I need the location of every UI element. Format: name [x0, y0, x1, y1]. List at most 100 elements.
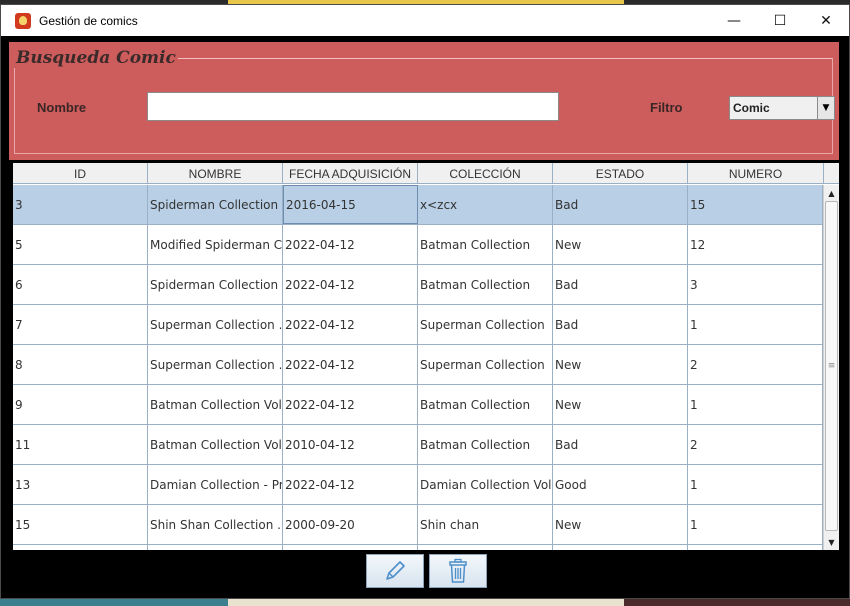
cell-estado[interactable]: Bad — [553, 425, 688, 464]
cell-id[interactable]: 9 — [13, 385, 148, 424]
cell-nombre[interactable]: Spiderman Collection ... — [148, 185, 283, 224]
scrollbar-thumb[interactable]: ≡ — [825, 201, 838, 531]
window-title: Gestión de comics — [39, 13, 138, 28]
cell-fecha[interactable]: 2022-04-12 — [283, 385, 418, 424]
cell-coleccion[interactable]: x<zcx — [418, 185, 553, 224]
comics-table: ID NOMBRE FECHA ADQUISICIÓN COLECCIÓN ES… — [13, 163, 839, 550]
filtro-select[interactable]: Comic ▼ — [729, 96, 835, 120]
cell-fecha[interactable]: 2022-04-12 — [283, 465, 418, 504]
cell-fecha[interactable]: 2000-09-20 — [283, 505, 418, 544]
table-row[interactable]: 7 Superman Collection ... 2022-04-12 Sup… — [13, 305, 823, 345]
table-row[interactable]: 8 Superman Collection ... 2022-04-12 Sup… — [13, 345, 823, 385]
background-comic-bottom — [228, 599, 624, 606]
scroll-up-arrow-icon[interactable]: ▲ — [824, 185, 839, 201]
cell-id[interactable]: 7 — [13, 305, 148, 344]
cell-id[interactable]: 6 — [13, 265, 148, 304]
comics-window: Gestión de comics — ☐ ✕ Busqueda Comic N… — [0, 4, 850, 599]
table-row[interactable]: 11 Batman Collection Vol2 2010-04-12 Bat… — [13, 425, 823, 465]
cell-estado[interactable] — [553, 545, 688, 550]
column-header-numero[interactable]: NUMERO — [688, 163, 824, 184]
cell-numero[interactable]: 1 — [688, 385, 823, 424]
column-header-fecha[interactable]: FECHA ADQUISICIÓN — [283, 163, 418, 184]
cell-id[interactable] — [13, 545, 148, 550]
cell-nombre[interactable] — [148, 545, 283, 550]
cell-estado[interactable]: Bad — [553, 185, 688, 224]
table-row[interactable]: 3 Spiderman Collection ... 2016-04-15 x<… — [13, 185, 823, 225]
cell-id[interactable]: 8 — [13, 345, 148, 384]
chevron-down-icon[interactable]: ▼ — [817, 97, 834, 119]
cell-coleccion[interactable]: Batman Collection — [418, 265, 553, 304]
cell-nombre[interactable]: Modified Spiderman C... — [148, 225, 283, 264]
app-icon — [15, 12, 31, 29]
cell-coleccion[interactable]: Superman Collection — [418, 345, 553, 384]
scroll-down-arrow-icon[interactable]: ▼ — [824, 534, 839, 550]
cell-fecha[interactable]: 2010-04-12 — [283, 425, 418, 464]
cell-nombre[interactable]: Superman Collection ... — [148, 345, 283, 384]
cell-numero[interactable]: 2 — [688, 345, 823, 384]
cell-fecha[interactable]: 2016-04-15 — [283, 185, 418, 224]
table-row[interactable]: 13 Damian Collection - Pr... 2022-04-12 … — [13, 465, 823, 505]
table-scrollbar[interactable]: ▲ ≡ ▼ — [823, 185, 839, 550]
cell-estado[interactable]: Bad — [553, 265, 688, 304]
cell-estado[interactable]: Bad — [553, 305, 688, 344]
table-row[interactable]: 15 Shin Shan Collection ... 2000-09-20 S… — [13, 505, 823, 545]
cell-estado[interactable]: New — [553, 505, 688, 544]
cell-fecha[interactable]: 2022-04-12 — [283, 305, 418, 344]
cell-id[interactable]: 13 — [13, 465, 148, 504]
cell-numero[interactable]: 2 — [688, 425, 823, 464]
cell-numero[interactable]: 1 — [688, 505, 823, 544]
table-row[interactable]: 9 Batman Collection Vol1 2022-04-12 Batm… — [13, 385, 823, 425]
edit-button[interactable] — [366, 554, 424, 588]
column-header-estado[interactable]: ESTADO — [553, 163, 688, 184]
cell-coleccion[interactable]: Batman Collection — [418, 385, 553, 424]
cell-nombre[interactable]: Superman Collection ... — [148, 305, 283, 344]
cell-numero[interactable]: 3 — [688, 265, 823, 304]
cell-nombre[interactable]: Damian Collection - Pr... — [148, 465, 283, 504]
nombre-input[interactable] — [147, 92, 559, 121]
cell-id[interactable]: 15 — [13, 505, 148, 544]
cell-estado[interactable]: Good — [553, 465, 688, 504]
cell-numero[interactable]: 1 — [688, 465, 823, 504]
minimize-button[interactable]: — — [711, 5, 757, 36]
cell-fecha[interactable]: 2022-04-12 — [283, 225, 418, 264]
cell-nombre[interactable]: Shin Shan Collection ... — [148, 505, 283, 544]
cell-numero[interactable]: 15 — [688, 185, 823, 224]
cell-id[interactable]: 3 — [13, 185, 148, 224]
search-legend: Busqueda Comic — [14, 48, 178, 68]
filtro-label: Filtro — [650, 100, 683, 115]
cell-nombre[interactable]: Batman Collection Vol2 — [148, 425, 283, 464]
column-header-nombre[interactable]: NOMBRE — [148, 163, 283, 184]
cell-coleccion[interactable] — [418, 545, 553, 550]
cell-nombre[interactable]: Batman Collection Vol1 — [148, 385, 283, 424]
action-toolbar — [1, 553, 849, 593]
cell-coleccion[interactable]: Damian Collection Vol... — [418, 465, 553, 504]
maximize-button[interactable]: ☐ — [757, 5, 803, 36]
cell-coleccion[interactable]: Shin chan — [418, 505, 553, 544]
column-header-coleccion[interactable]: COLECCIÓN — [418, 163, 553, 184]
cell-estado[interactable]: New — [553, 225, 688, 264]
table-row[interactable] — [13, 545, 823, 550]
cell-id[interactable]: 11 — [13, 425, 148, 464]
search-panel: Busqueda Comic Nombre Filtro Comic ▼ — [9, 42, 839, 160]
cell-nombre[interactable]: Spiderman Collection ... — [148, 265, 283, 304]
cell-coleccion[interactable]: Batman Collection — [418, 425, 553, 464]
pencil-icon — [386, 561, 405, 580]
cell-estado[interactable]: New — [553, 345, 688, 384]
table-row[interactable]: 6 Spiderman Collection ... 2022-04-12 Ba… — [13, 265, 823, 305]
cell-fecha[interactable]: 2022-04-12 — [283, 265, 418, 304]
cell-fecha[interactable]: 2022-04-12 — [283, 345, 418, 384]
delete-button[interactable] — [429, 554, 487, 588]
column-header-id[interactable]: ID — [13, 163, 148, 184]
table-row[interactable]: 5 Modified Spiderman C... 2022-04-12 Bat… — [13, 225, 823, 265]
cell-coleccion[interactable]: Batman Collection — [418, 225, 553, 264]
cell-fecha[interactable] — [283, 545, 418, 550]
cell-id[interactable]: 5 — [13, 225, 148, 264]
cell-estado[interactable]: New — [553, 385, 688, 424]
close-button[interactable]: ✕ — [803, 5, 849, 36]
title-bar[interactable]: Gestión de comics — ☐ ✕ — [1, 5, 849, 36]
nombre-label: Nombre — [37, 100, 87, 115]
cell-coleccion[interactable]: Superman Collection — [418, 305, 553, 344]
cell-numero[interactable] — [688, 545, 823, 550]
cell-numero[interactable]: 12 — [688, 225, 823, 264]
cell-numero[interactable]: 1 — [688, 305, 823, 344]
